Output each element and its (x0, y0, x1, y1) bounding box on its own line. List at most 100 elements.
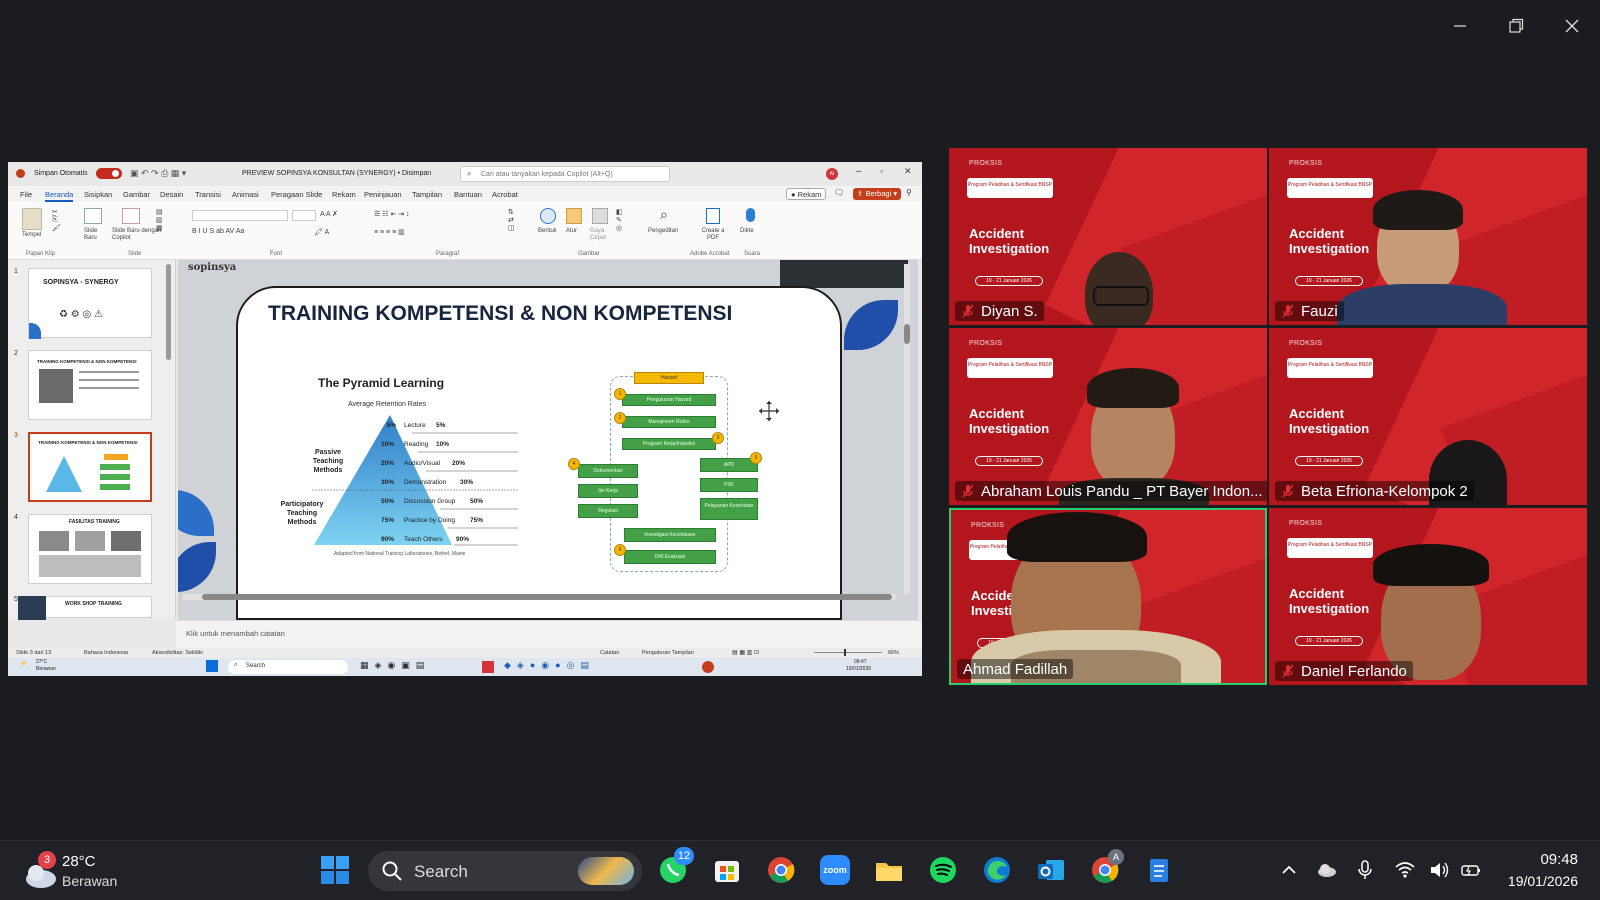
battery-icon[interactable] (1460, 859, 1482, 881)
clock-date[interactable]: 19/01/2026 (1490, 873, 1578, 889)
zoom-slider[interactable] (814, 649, 882, 656)
onedrive-icon[interactable] (1316, 859, 1338, 881)
thumb-scrollbar[interactable] (166, 264, 171, 360)
canvas-horizontal-scrollbar[interactable] (182, 594, 896, 600)
quick-access-icons[interactable]: ▣ ↶ ↷ ⎙ ▦ ▾ (130, 168, 186, 179)
tab-gambar[interactable]: Gambar (123, 190, 150, 199)
notes-toggle[interactable]: Catatan (600, 650, 619, 656)
paste-icon[interactable] (22, 208, 42, 230)
zoom-level[interactable]: 66% (888, 650, 899, 656)
find-icon[interactable]: ⌕ (660, 206, 668, 223)
taskbar-zoom[interactable]: zoom (818, 853, 852, 887)
align-buttons[interactable]: ≡ ≡ ≡ ≡ ▥ (374, 228, 405, 236)
pin-icon[interactable]: ⚲ (906, 188, 912, 197)
taskbar-file-explorer[interactable] (872, 853, 906, 887)
fill-outline-buttons[interactable]: ◧ ✎ ◎ (616, 208, 623, 232)
ppt-minimize-icon[interactable]: – (856, 166, 862, 177)
font-name-field[interactable] (192, 210, 288, 221)
share-button[interactable]: ⇪ Berbagi ▾ (853, 188, 902, 200)
font-size-buttons[interactable]: A A ✗ (320, 210, 338, 218)
tab-animasi[interactable]: Animasi (232, 190, 259, 199)
create-pdf-icon[interactable] (706, 208, 720, 224)
tab-acrobat[interactable]: Acrobat (492, 190, 518, 199)
view-mode-icons[interactable]: ▤ ▦ ▥ ⊡ (732, 649, 759, 656)
language-status[interactable]: Bahasa Indonesia (84, 650, 128, 656)
taskbar-chrome[interactable] (764, 853, 798, 887)
ppt-restore-icon[interactable]: ▫ (880, 167, 883, 176)
slide-thumbnail-1[interactable]: SOPINSYA - SYNERGY ♻ ⚙ ◎ ⚠ (28, 268, 152, 339)
video-tile-daniel[interactable]: PROKSIS Program Pelatihan & Sertifikasi … (1269, 508, 1587, 685)
taskbar-whatsapp[interactable]: 12 (656, 847, 694, 887)
video-tile-abraham[interactable]: PROKSIS Program Pelatihan & Sertifikasi … (949, 328, 1267, 505)
tab-peragaan-slide[interactable]: Peragaan Slide (271, 190, 322, 199)
taskbar-search[interactable]: Search (368, 851, 642, 891)
list-buttons[interactable]: ☰ ☷ ⇤ ⇥ ↕ (374, 210, 410, 218)
microphone-icon[interactable] (1354, 859, 1376, 881)
ppt-close-icon[interactable]: ✕ (904, 166, 912, 177)
tab-sisipkan[interactable]: Sisipkan (84, 190, 112, 199)
taskbar-spotify[interactable] (926, 853, 960, 887)
slide-thumbnail-3-selected[interactable]: TRAINING KOMPETENSI & NON KOMPETENSI (28, 432, 152, 502)
slide[interactable]: TRAINING KOMPETENSI & NON KOMPETENSI The… (236, 286, 842, 620)
text-direction-buttons[interactable]: ⇅ ⇄ ◫ (508, 208, 515, 232)
tab-tampilan[interactable]: Tampilan (412, 190, 442, 199)
video-tile-ahmad-active-speaker[interactable]: PROKSIS Program Pelatihan & Sertifikasi … (949, 508, 1267, 685)
canvas-vertical-scrollbar[interactable] (904, 264, 910, 594)
tab-transisi[interactable]: Transisi (195, 190, 221, 199)
slide-thumbnail-5[interactable]: WORK SHOP TRAINING (28, 596, 152, 618)
chevron-up-icon[interactable] (1278, 859, 1300, 881)
tab-rekam[interactable]: Rekam (332, 190, 356, 199)
taskbar-notepad[interactable] (1142, 853, 1176, 887)
tab-desain[interactable]: Desain (160, 190, 183, 199)
record-button[interactable]: ● Rekam (786, 188, 827, 200)
minimize-button[interactable] (1440, 12, 1480, 40)
volume-icon[interactable] (1428, 859, 1450, 881)
video-tile-diyan[interactable]: PROKSIS Program Pelatihan & Sertifikasi … (949, 148, 1267, 325)
quick-styles-icon[interactable] (592, 208, 608, 224)
weather-widget[interactable]: 3 (20, 851, 66, 889)
new-slide-icon[interactable] (84, 208, 102, 224)
view-settings[interactable]: Pengaturan Tampilan (642, 650, 694, 656)
shape-icon[interactable] (540, 208, 556, 224)
shared-screen[interactable]: Simpan Otomatis ▣ ↶ ↷ ⎙ ▦ ▾ PREVIEW SOPI… (8, 162, 922, 676)
remote-search-box[interactable]: ⌕ Search (228, 660, 348, 674)
font-size-field[interactable] (292, 210, 316, 221)
arrange-icon[interactable] (566, 208, 582, 224)
tab-bantuan[interactable]: Bantuan (454, 190, 482, 199)
comment-icon[interactable]: 🗨 (834, 188, 844, 197)
remote-app-icons[interactable]: ▦◈◉▣▤ (360, 660, 430, 671)
taskbar-outlook[interactable] (1034, 853, 1068, 887)
tab-file[interactable]: File (20, 190, 32, 199)
taskbar-edge[interactable] (980, 853, 1014, 887)
video-tile-fauzi[interactable]: PROKSIS Program Pelatihan & Sertifikasi … (1269, 148, 1587, 325)
tab-beranda[interactable]: Beranda (45, 190, 74, 202)
slide-thumbnail-pane[interactable]: 1 SOPINSYA - SYNERGY ♻ ⚙ ◎ ⚠ 2 TRAINING … (8, 260, 176, 618)
wifi-icon[interactable] (1394, 859, 1416, 881)
autosave-toggle[interactable] (96, 168, 122, 179)
slide-canvas[interactable]: sopinsya TRAINING KOMPETENSI & NON KOMPE… (178, 260, 918, 620)
remote-start-icon[interactable] (206, 660, 218, 672)
tab-peninjauan[interactable]: Peninjauan (364, 190, 402, 199)
clock-time[interactable]: 09:48 (1518, 851, 1578, 868)
dictate-icon[interactable] (746, 208, 755, 222)
slide-thumbnail-4[interactable]: FASILITAS TRAINING (28, 514, 152, 584)
font-format-buttons[interactable]: B I U S ab AV Aa (192, 228, 244, 235)
font-color-buttons[interactable]: 🖍 A (314, 228, 329, 236)
account-avatar[interactable]: AI (826, 168, 838, 180)
slide-thumbnail-2[interactable]: TRAINING KOMPETENSI & NON KOMPETENSI (28, 350, 152, 420)
accessibility-status[interactable]: Aksesibilitas: Selidiki (152, 650, 203, 656)
cut-copy-icons[interactable]: ✂ ⎘ 🖌 (52, 208, 61, 232)
taskbar-chrome-profile[interactable]: A (1088, 849, 1124, 887)
layout-icons[interactable]: ▤ ▥ ▦ (156, 208, 163, 232)
new-slide-copilot-icon[interactable] (122, 208, 140, 224)
restore-button[interactable] (1496, 12, 1536, 40)
notes-pane[interactable]: Klik untuk menambah catatan (176, 620, 922, 648)
deco-blue-left-1 (178, 490, 214, 536)
video-tile-beta[interactable]: PROKSIS Program Pelatihan & Sertifikasi … (1269, 328, 1587, 505)
close-button[interactable] (1552, 12, 1592, 40)
document-title[interactable]: PREVIEW SOPINSYA KONSULTAN (SYNERGY) • D… (242, 170, 431, 177)
taskbar-store[interactable] (710, 853, 744, 887)
copilot-search-box[interactable]: ⌕ Cari atau tanyakan kepada Copilot (Alt… (460, 166, 670, 182)
remote-app-icons-2[interactable]: ◆◈●◉●◎▤ (504, 660, 595, 671)
start-button[interactable] (318, 853, 352, 887)
